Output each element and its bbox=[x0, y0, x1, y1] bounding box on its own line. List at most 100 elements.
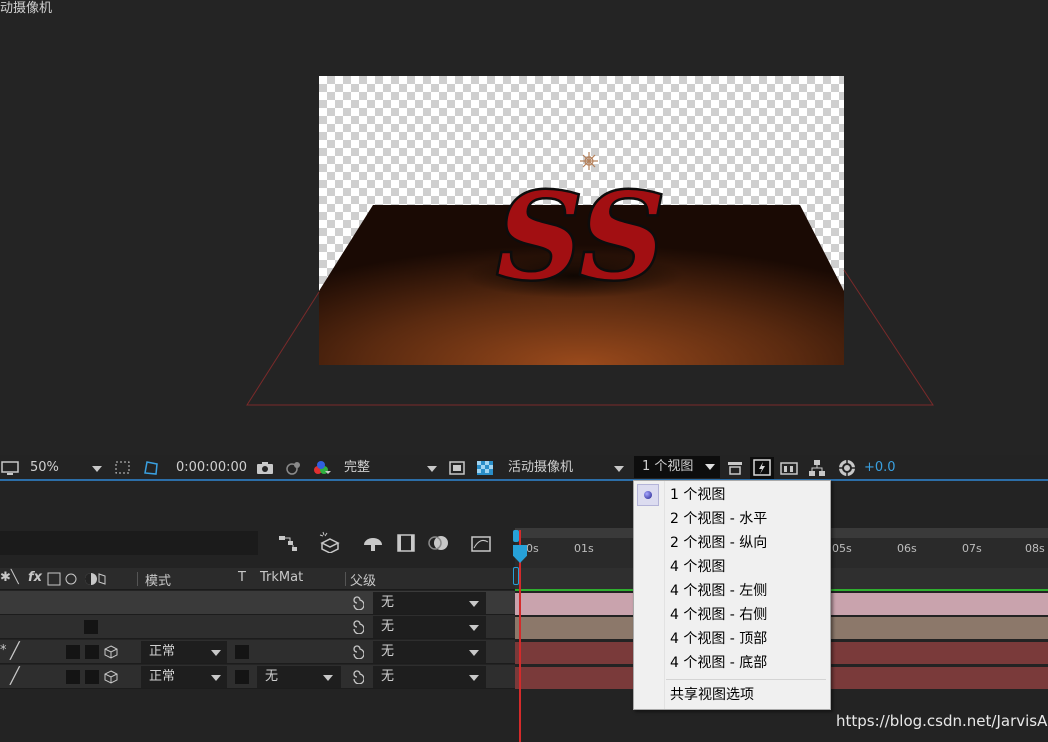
parent-select[interactable]: 无 bbox=[373, 592, 486, 614]
reset-exposure-icon[interactable] bbox=[838, 459, 856, 477]
parent-select[interactable]: 无 bbox=[373, 666, 486, 688]
menu-item-share-view-options[interactable]: 共享视图选项 bbox=[670, 683, 754, 707]
layer-switch[interactable] bbox=[66, 670, 80, 684]
menu-item-2-views-horizontal[interactable]: 2 个视图 - 水平 bbox=[670, 507, 767, 531]
parent-dropdown-icon bbox=[469, 650, 479, 656]
motion-blur-icon[interactable] bbox=[428, 533, 450, 553]
preserve-transparency-switch[interactable] bbox=[235, 645, 249, 659]
graph-editor-icon[interactable] bbox=[470, 533, 492, 553]
layer-row[interactable]: 无 bbox=[0, 591, 515, 615]
hide-shy-layers-icon[interactable] bbox=[362, 533, 384, 553]
channel-dropdown-icon[interactable] bbox=[325, 471, 331, 474]
quality-switch-icon[interactable]: ╱ bbox=[10, 666, 20, 685]
layer-switch[interactable] bbox=[66, 645, 80, 659]
frame-blending-icon[interactable] bbox=[396, 533, 416, 553]
mask-path-icon[interactable] bbox=[142, 459, 160, 477]
views-dropdown-menu: 1 个视图 2 个视图 - 水平 2 个视图 - 纵向 4 个视图 4 个视图 … bbox=[633, 480, 831, 710]
work-area-start-handle[interactable] bbox=[513, 530, 519, 542]
layer-search-input[interactable] bbox=[0, 531, 258, 555]
switch-icons: ✱╲ bbox=[0, 570, 19, 585]
trkmat-select[interactable]: 无 bbox=[257, 666, 341, 688]
mode-dropdown-icon bbox=[211, 675, 221, 681]
menu-item-4-views[interactable]: 4 个视图 bbox=[670, 555, 725, 579]
exposure-value[interactable]: +0.0 bbox=[864, 459, 896, 477]
transparency-grid-icon[interactable] bbox=[476, 459, 494, 477]
show-snapshot-icon[interactable] bbox=[284, 459, 302, 477]
3d-layer-icon[interactable] bbox=[104, 670, 118, 684]
parent-dropdown-icon bbox=[469, 675, 479, 681]
pick-whip-icon[interactable] bbox=[350, 620, 364, 634]
menu-item-4-views-bottom[interactable]: 4 个视图 - 底部 bbox=[670, 651, 767, 675]
menu-item-4-views-left[interactable]: 4 个视图 - 左侧 bbox=[670, 579, 767, 603]
camera-dropdown-icon[interactable] bbox=[614, 466, 624, 472]
layer-switch[interactable] bbox=[84, 620, 98, 634]
toggle-pixel-aspect-icon[interactable] bbox=[726, 459, 744, 477]
fx-icon: fx bbox=[28, 570, 43, 585]
channel-rgb-icon[interactable] bbox=[312, 459, 330, 477]
mode-select[interactable]: 正常 bbox=[141, 641, 227, 663]
flowchart-icon[interactable] bbox=[808, 459, 826, 477]
layer-column-header: ✱╲ fx 模式 T TrkMat 父级 bbox=[0, 568, 515, 590]
pick-whip-icon[interactable] bbox=[350, 596, 364, 610]
monitor-icon[interactable] bbox=[1, 459, 19, 477]
pick-whip-icon[interactable] bbox=[350, 645, 364, 659]
watermark: https://blog.csdn.net/JarvisAI bbox=[836, 712, 1048, 730]
composition-viewer[interactable]: 动摄像机 SS bbox=[0, 0, 1048, 455]
layer-row[interactable]: ╱ 正常 无 无 bbox=[0, 665, 515, 689]
ruler-label-06s: 06s bbox=[897, 542, 917, 555]
layer-row[interactable]: * ╱ 正常 无 bbox=[0, 640, 515, 664]
parent-select[interactable]: 无 bbox=[373, 616, 486, 638]
mode-select[interactable]: 正常 bbox=[141, 666, 227, 688]
layer-switch-icons bbox=[47, 572, 106, 586]
layer-switch[interactable] bbox=[85, 645, 99, 659]
parent-dropdown-icon bbox=[469, 625, 479, 631]
trkmat-dropdown-icon bbox=[323, 675, 333, 681]
views-dropdown-icon bbox=[705, 464, 715, 470]
pick-whip-icon[interactable] bbox=[350, 670, 364, 684]
ruler-label-0s: 0s bbox=[526, 542, 539, 555]
menu-item-2-views-vertical[interactable]: 2 个视图 - 纵向 bbox=[670, 531, 767, 555]
t-column-header[interactable]: T bbox=[238, 570, 246, 585]
mode-column-header[interactable]: 模式 bbox=[145, 570, 171, 589]
camera-frustum-guide bbox=[246, 269, 934, 406]
ruler-label-07s: 07s bbox=[962, 542, 982, 555]
layer-row[interactable]: 无 bbox=[0, 615, 515, 639]
comp-flowchart-icon[interactable] bbox=[278, 533, 300, 553]
ruler-label-08s: 08s bbox=[1025, 542, 1045, 555]
snapshot-camera-icon[interactable] bbox=[256, 459, 274, 477]
layer-switch[interactable] bbox=[85, 670, 99, 684]
parent-column-header[interactable]: 父级 bbox=[350, 570, 376, 589]
menu-item-4-views-top[interactable]: 4 个视图 - 顶部 bbox=[670, 627, 767, 651]
zoom-select[interactable]: 50% bbox=[30, 459, 59, 477]
timeline-panel-icon[interactable] bbox=[780, 459, 798, 477]
fast-draft-icon[interactable] bbox=[750, 457, 774, 479]
current-time[interactable]: 0:00:00:00 bbox=[176, 459, 247, 477]
parent-select[interactable]: 无 bbox=[373, 641, 486, 663]
fast-preview-icon[interactable] bbox=[448, 459, 466, 477]
resolution-dropdown-icon[interactable] bbox=[427, 466, 437, 472]
mode-value: 正常 bbox=[149, 669, 176, 684]
zoom-dropdown-icon[interactable] bbox=[92, 466, 102, 472]
views-layout-select[interactable]: 1 个视图 bbox=[634, 456, 720, 478]
preserve-transparency-switch[interactable] bbox=[235, 670, 249, 684]
3d-layer-icon[interactable] bbox=[104, 645, 118, 659]
layer-icons: * bbox=[0, 643, 7, 658]
resolution-select[interactable]: 完整 bbox=[344, 459, 370, 477]
menu-item-1-view[interactable]: 1 个视图 bbox=[670, 483, 725, 507]
menu-item-4-views-right[interactable]: 4 个视图 - 右侧 bbox=[670, 603, 767, 627]
views-select-label: 1 个视图 bbox=[642, 459, 694, 474]
region-of-interest-icon[interactable] bbox=[114, 459, 132, 477]
quality-switch-icon[interactable]: ╱ bbox=[10, 641, 20, 660]
camera-select[interactable]: 活动摄像机 bbox=[508, 459, 573, 477]
viewer-toolbar: 50% 0:00:00:00 完整 活动摄像机 +0.0 bbox=[0, 455, 1048, 481]
parent-value: 无 bbox=[381, 644, 395, 659]
trkmat-column-header[interactable]: TrkMat bbox=[260, 570, 303, 585]
menu-separator bbox=[666, 679, 826, 680]
column-divider bbox=[137, 572, 138, 586]
draft-3d-icon[interactable] bbox=[318, 531, 342, 553]
timeline-panel: 0s 01s 05s 06s 07s 08s ✱╲ fx 模式 T TrkMat… bbox=[0, 483, 1048, 742]
composition-start-marker[interactable] bbox=[513, 567, 519, 585]
column-divider bbox=[345, 572, 346, 586]
trkmat-value: 无 bbox=[265, 669, 279, 684]
parent-value: 无 bbox=[381, 619, 395, 634]
